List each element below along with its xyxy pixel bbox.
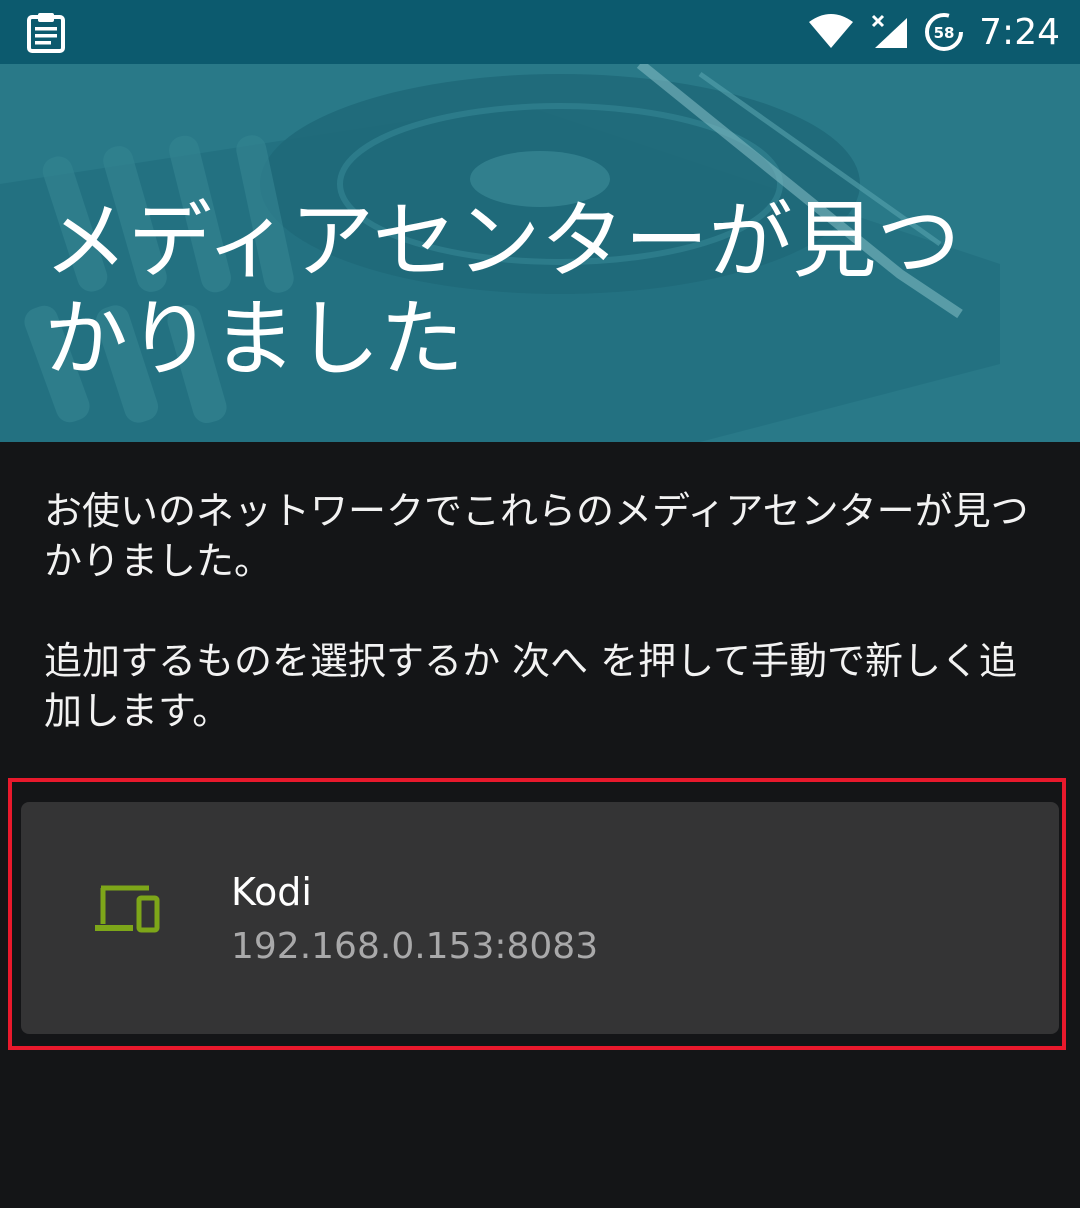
battery-saver-icon: 58 <box>925 13 964 51</box>
status-icons: 58 7:24 <box>807 0 1060 64</box>
battery-level: 58 <box>934 24 955 42</box>
description-found: お使いのネットワークでこれらのメディアセンターが見つかりました。 <box>44 489 1029 583</box>
clipboard-icon <box>27 13 65 53</box>
clock: 7:24 <box>979 11 1060 53</box>
cellular-no-signal-icon <box>872 14 908 48</box>
server-name: Kodi <box>231 870 312 914</box>
devices-icon <box>95 885 160 933</box>
wifi-icon <box>809 14 854 48</box>
description-instructions: 追加するものを選択するか 次へ を押して手動で新しく追加します。 <box>44 639 1018 733</box>
server-list-item[interactable]: Kodi 192.168.0.153:8083 <box>21 802 1059 1034</box>
header-banner: メディアセンターが見つかりました <box>0 64 1080 442</box>
page-title: メディアセンターが見つかりました <box>44 192 961 388</box>
status-bar: 58 7:24 <box>0 0 1080 64</box>
server-address: 192.168.0.153:8083 <box>231 926 599 967</box>
